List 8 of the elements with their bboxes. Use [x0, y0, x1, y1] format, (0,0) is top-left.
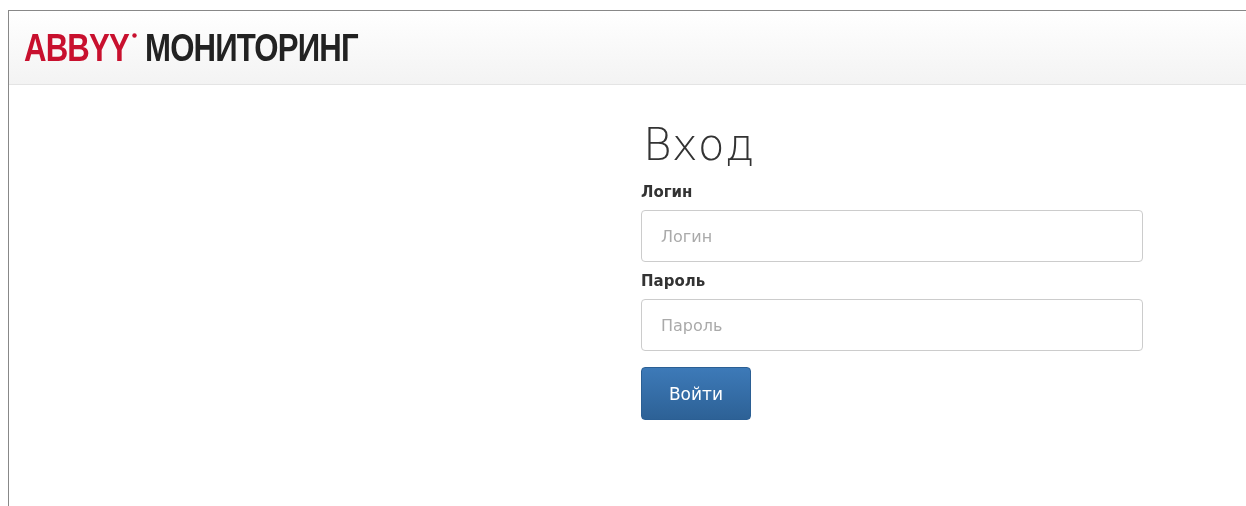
page-title: Вход	[643, 121, 755, 170]
logo-product: МОНИТОРИНГ	[145, 28, 358, 67]
input-field[interactable]: Пароль	[641, 299, 1143, 352]
logo-brand: ABBYY	[24, 28, 129, 67]
login-button[interactable]: Войти	[641, 367, 751, 421]
field-label: Логин	[641, 183, 693, 202]
field-label: Пароль	[641, 272, 706, 291]
input-field[interactable]: Логин	[641, 210, 1143, 263]
